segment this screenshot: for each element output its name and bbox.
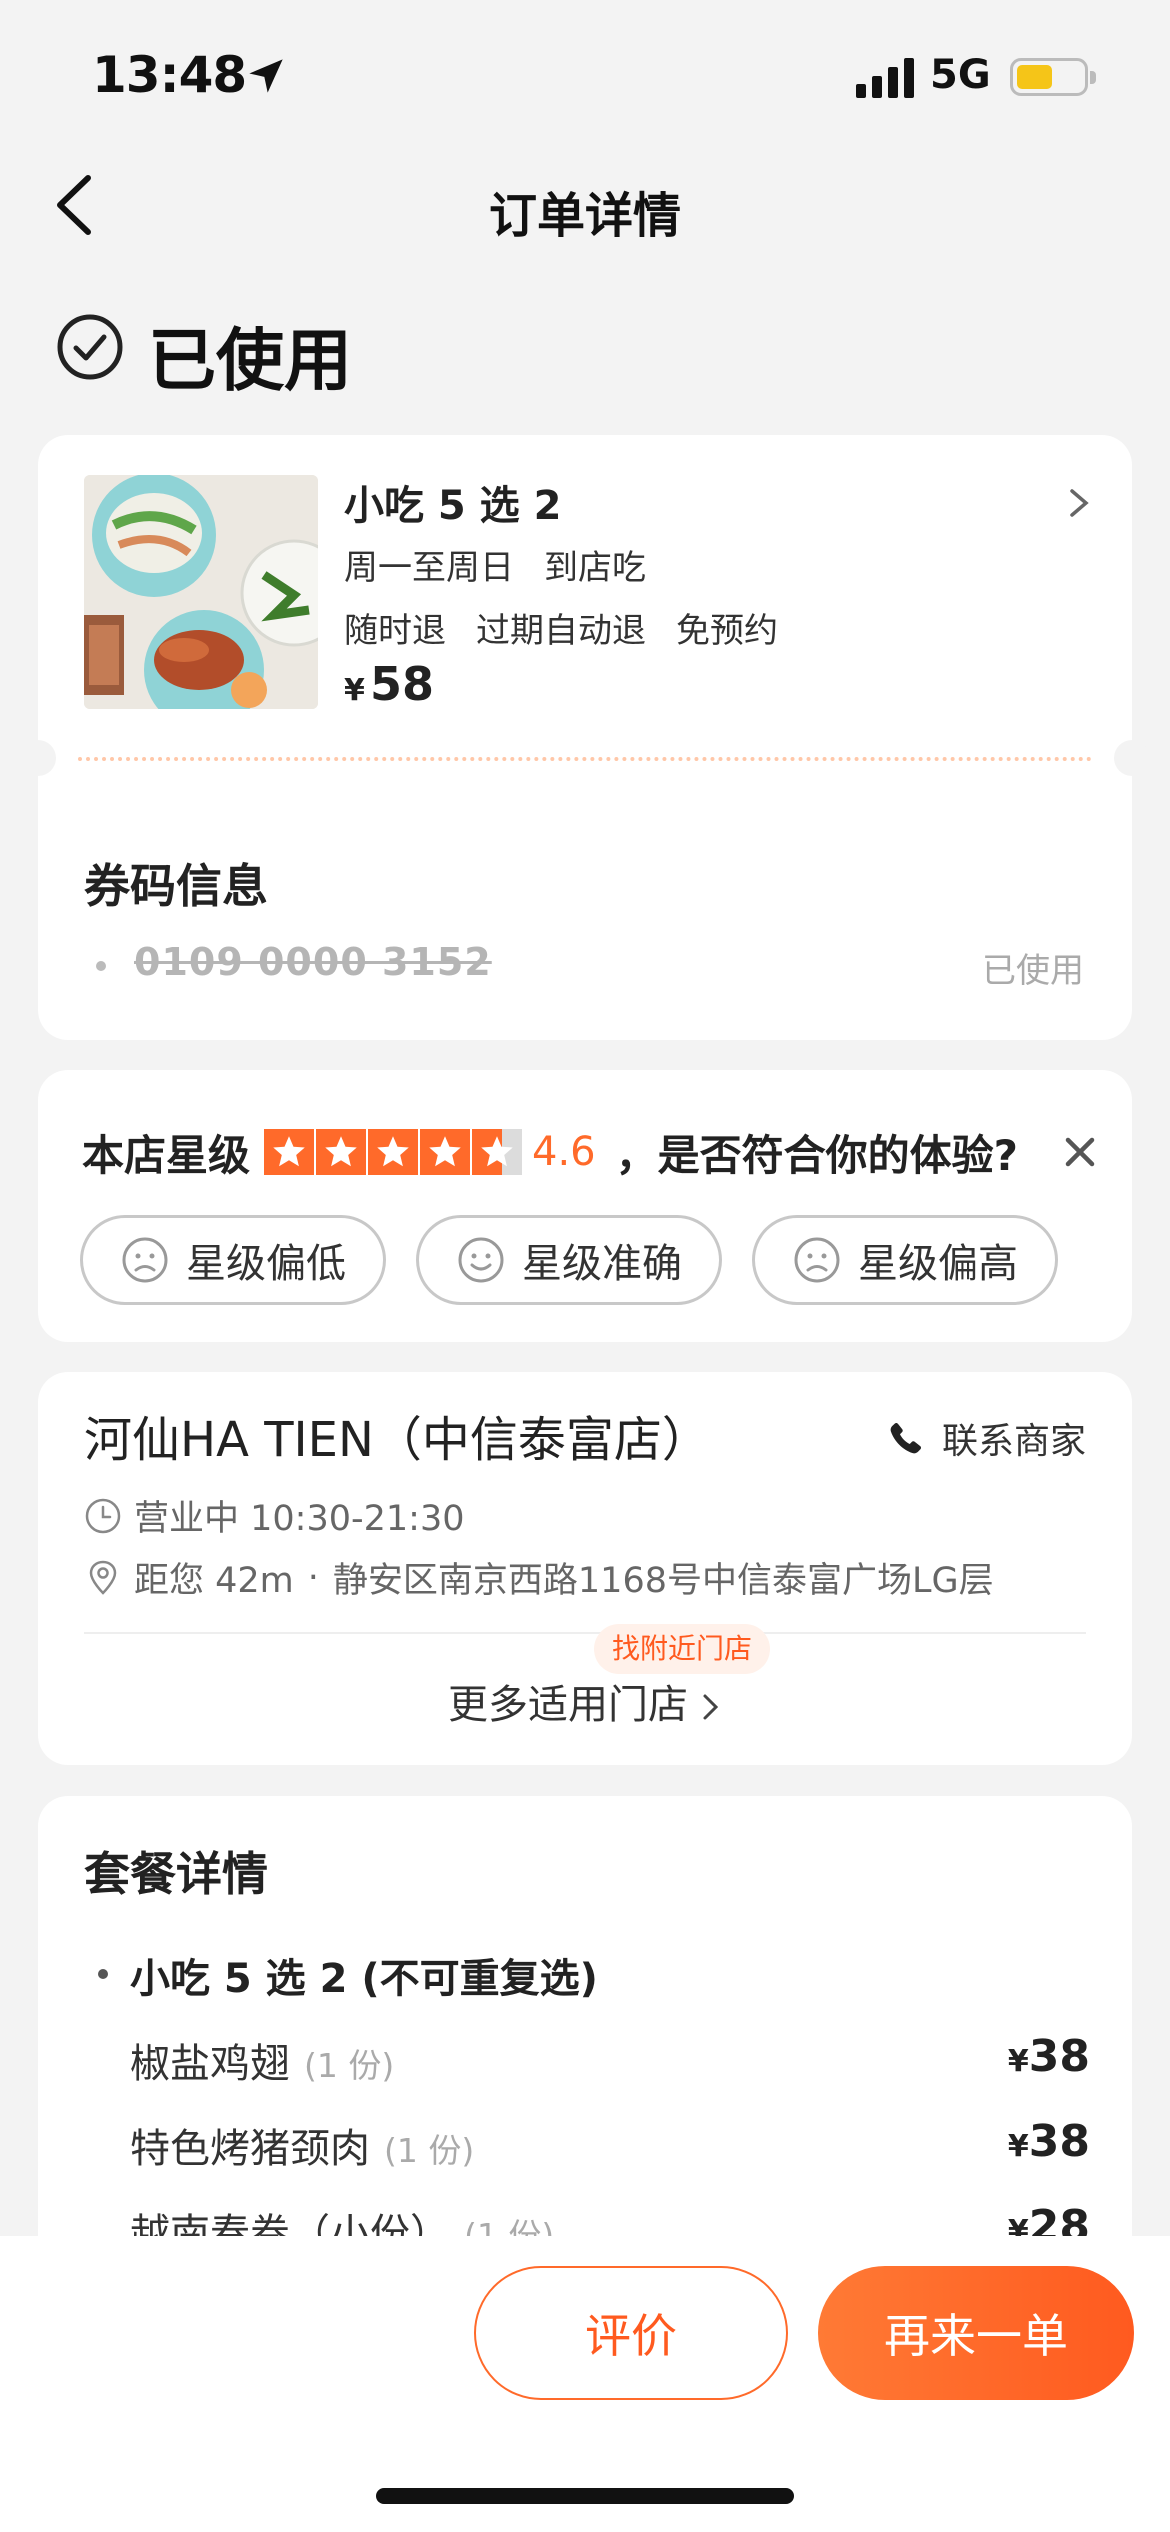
price-value: 38 bbox=[1028, 2116, 1090, 2167]
rating-question: ，是否符合你的体验? bbox=[615, 1130, 1019, 1180]
battery-icon bbox=[1010, 58, 1096, 96]
product-image[interactable] bbox=[84, 475, 318, 709]
battery-level bbox=[1017, 65, 1052, 89]
star-icon bbox=[316, 1129, 367, 1175]
ticket-divider bbox=[78, 757, 1092, 761]
reorder-button[interactable]: 再来一单 bbox=[818, 2266, 1134, 2400]
package-item: 椒盐鸡翅 (1 份) ¥38 bbox=[130, 2031, 1090, 2091]
order-status-text: 已使用 bbox=[148, 322, 353, 401]
store-hours: 营业中 10:30-21:30 bbox=[84, 1490, 464, 1541]
product-name[interactable]: 小吃 5 选 2 bbox=[344, 473, 561, 531]
package-item-price: ¥38 bbox=[1008, 2116, 1090, 2167]
check-circle-icon bbox=[57, 314, 123, 380]
policy-refund-anytime: 随时退 bbox=[344, 611, 446, 651]
rating-accurate-button[interactable]: 星级准确 bbox=[416, 1215, 722, 1305]
package-item-price: ¥38 bbox=[1008, 2031, 1090, 2082]
nav-bar: 订单详情 bbox=[0, 150, 1170, 260]
star-rating bbox=[264, 1129, 524, 1175]
status-time: 13:48 bbox=[92, 46, 247, 104]
rating-too-low-button[interactable]: 星级偏低 bbox=[80, 1215, 386, 1305]
more-stores-label: 更多适用门店 bbox=[448, 1682, 688, 1728]
package-item-qty: (1 份) bbox=[384, 2131, 475, 2170]
network-type: 5G bbox=[930, 52, 991, 98]
smile-face-icon bbox=[458, 1237, 504, 1283]
star-icon bbox=[420, 1129, 471, 1175]
status-bar: 13:48 5G bbox=[0, 0, 1170, 150]
chevron-right-icon[interactable] bbox=[1066, 485, 1092, 521]
product-card: 小吃 5 选 2 周一至周日 到店吃 随时退 过期自动退 免预约 ¥ 58 券码信息 … bbox=[20, 435, 1150, 1040]
cellular-signal-icon bbox=[856, 58, 914, 98]
package-item-name: 特色烤猪颈肉 bbox=[130, 2126, 370, 2172]
rating-option-label: 星级偏低 bbox=[186, 1241, 346, 1287]
close-icon[interactable] bbox=[1056, 1128, 1104, 1176]
store-distance: 距您 42m bbox=[134, 1561, 294, 1601]
schedule-type: 到店吃 bbox=[544, 548, 646, 588]
order-detail-page: 13:48 5G 订单详情 已使用 小吃 5 选 2 周一至周日 到店吃 随时退… bbox=[0, 0, 1170, 2532]
price-value: 38 bbox=[1028, 2031, 1090, 2082]
star-icon bbox=[368, 1129, 419, 1175]
policy-auto-refund: 过期自动退 bbox=[476, 611, 646, 651]
package-group-name: 小吃 5 选 2 (不可重复选) bbox=[130, 1956, 598, 2002]
store-card: 河仙HA TIEN（中信泰富店） 联系商家 营业中 10:30-21:30 距您… bbox=[38, 1372, 1132, 1765]
contact-merchant-button[interactable]: 联系商家 bbox=[888, 1412, 1086, 1464]
rating-feedback-card: 本店星级 4.6 ，是否符合你的体验? 星级偏低 星级准确 星级偏高 bbox=[38, 1070, 1132, 1342]
store-name[interactable]: 河仙HA TIEN（中信泰富店） bbox=[84, 1400, 710, 1470]
chevron-right-icon bbox=[703, 1694, 719, 1720]
product-schedule: 周一至周日 到店吃 bbox=[344, 540, 676, 589]
coupon-code: 0109 0000 3152 bbox=[134, 940, 492, 984]
package-item-name: 椒盐鸡翅 bbox=[130, 2041, 290, 2087]
ticket-notch-right bbox=[1114, 740, 1150, 776]
rating-option-label: 星级偏高 bbox=[858, 1241, 1018, 1287]
home-indicator[interactable] bbox=[376, 2488, 794, 2504]
coupon-status: 已使用 bbox=[982, 951, 1084, 991]
store-hours-text: 营业中 10:30-21:30 bbox=[134, 1499, 465, 1539]
rating-question-row: 本店星级 4.6 ，是否符合你的体验? bbox=[82, 1122, 1018, 1182]
coupon-bullet bbox=[96, 961, 106, 971]
schedule-days: 周一至周日 bbox=[344, 548, 514, 588]
coupon-section-title: 券码信息 bbox=[84, 859, 268, 913]
rating-too-high-button[interactable]: 星级偏高 bbox=[752, 1215, 1058, 1305]
phone-icon bbox=[890, 1422, 922, 1454]
contact-merchant-label: 联系商家 bbox=[941, 1421, 1086, 1462]
currency-symbol: ¥ bbox=[344, 673, 365, 708]
star-icon bbox=[264, 1129, 315, 1175]
page-title: 订单详情 bbox=[488, 188, 681, 244]
product-policies: 随时退 过期自动退 免预约 bbox=[344, 603, 808, 652]
currency-symbol: ¥ bbox=[1007, 2044, 1029, 2079]
nearby-stores-badge: 找附近门店 bbox=[594, 1624, 771, 1674]
info-separator: · bbox=[307, 1557, 319, 1598]
location-pin-icon bbox=[89, 1560, 117, 1595]
product-price: ¥ 58 bbox=[344, 657, 434, 711]
policy-no-reservation: 免预约 bbox=[676, 611, 778, 651]
package-bullet bbox=[98, 1969, 108, 1979]
review-button[interactable]: 评价 bbox=[474, 2266, 788, 2400]
rating-score: 4.6 bbox=[532, 1129, 596, 1175]
sad-face-icon bbox=[794, 1237, 840, 1283]
ticket-notch-left bbox=[20, 740, 56, 776]
sad-face-icon bbox=[122, 1237, 168, 1283]
currency-symbol: ¥ bbox=[1007, 2129, 1029, 2164]
food-photo bbox=[84, 475, 318, 709]
rating-label: 本店星级 bbox=[82, 1130, 251, 1180]
more-stores-link[interactable]: 更多适用门店 bbox=[38, 1672, 1132, 1730]
package-section-title: 套餐详情 bbox=[84, 1847, 268, 1901]
location-arrow-icon bbox=[249, 59, 283, 93]
price-value: 58 bbox=[369, 657, 434, 711]
store-location[interactable]: 距您 42m · 静安区南京西路1168号中信泰富广场LG层 bbox=[84, 1552, 994, 1603]
package-item: 特色烤猪颈肉 (1 份) ¥38 bbox=[130, 2116, 1090, 2176]
clock-icon bbox=[85, 1498, 121, 1533]
package-item-qty: (1 份) bbox=[304, 2046, 395, 2085]
battery-nub bbox=[1090, 71, 1096, 84]
rating-options: 星级偏低 星级准确 星级偏高 bbox=[80, 1215, 1088, 1305]
rating-option-label: 星级准确 bbox=[522, 1241, 682, 1287]
store-address: 静安区南京西路1168号中信泰富广场LG层 bbox=[332, 1561, 994, 1601]
half-star-icon bbox=[472, 1129, 523, 1175]
divider bbox=[84, 1632, 1086, 1634]
